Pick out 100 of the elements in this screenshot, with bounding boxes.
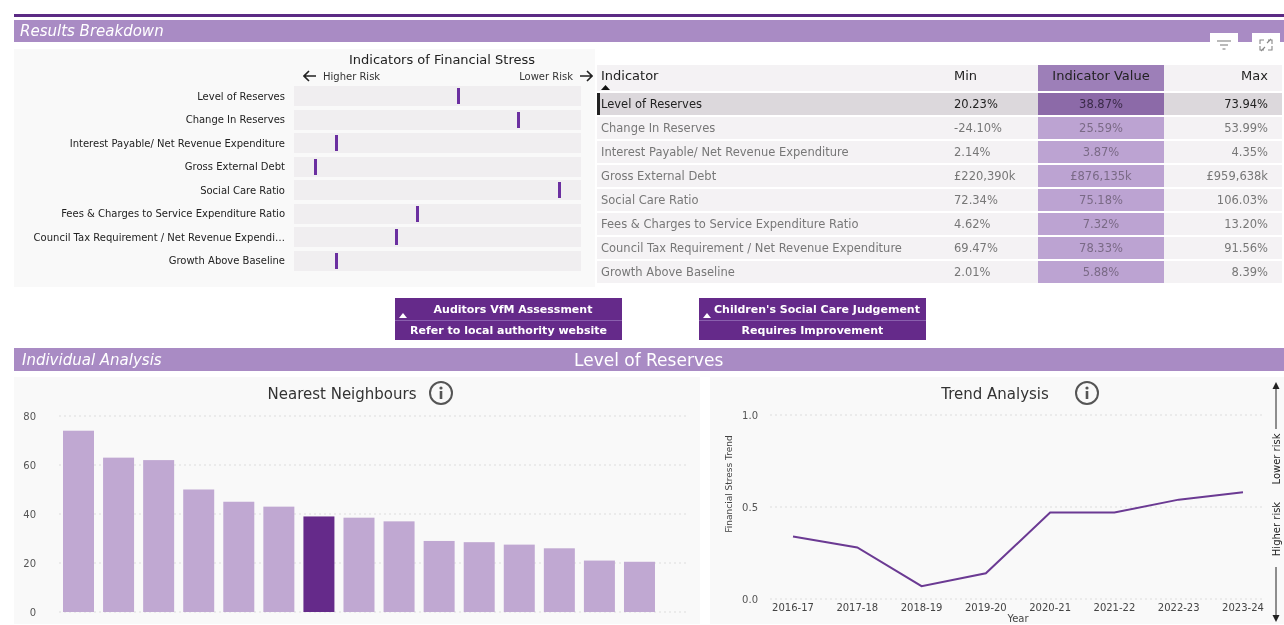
axis-tick-label: 2018-19 (900, 602, 943, 613)
axis-tick-label: 0.0 (742, 594, 758, 605)
bar[interactable] (503, 544, 535, 612)
table-cell-text: £959,638k (1205, 168, 1269, 185)
table-cell-text: 2.01% (953, 264, 992, 281)
table-cell-text: 13.20% (1223, 216, 1269, 233)
table-cell-text: 53.99% (1223, 120, 1269, 137)
table-cell-text: 91.56% (1223, 240, 1269, 257)
axis-tick-label: 60 (23, 460, 36, 471)
table-cell-text: 2.14% (953, 144, 992, 161)
axis-tick-label: 80 (23, 411, 36, 422)
axis-label: Higher risk (1271, 501, 1282, 557)
section-title: Results Breakdown (20, 22, 164, 40)
axis-tick-label: 20 (23, 558, 36, 569)
axis-tick-label: 2021-22 (1093, 602, 1136, 613)
right-arrow-icon (579, 70, 593, 82)
table-row[interactable]: Council Tax Requirement / Net Revenue Expenditure 69.47% 78.33% 91.56% (597, 237, 1282, 259)
row-label: Level of Reserves (196, 90, 286, 102)
card-value: Refer to local authority website (409, 323, 608, 339)
bar[interactable] (223, 501, 255, 612)
table-row[interactable]: Level of Reserves 20.23% 38.87% 73.94% (597, 93, 1282, 115)
bar[interactable] (463, 542, 495, 612)
info-icon[interactable] (1075, 381, 1099, 405)
section-title: Individual Analysis (21, 350, 163, 369)
table-cell: 75.18% (1038, 189, 1164, 211)
column-header[interactable]: Min (954, 68, 978, 83)
row-label: Fees & Charges to Service Expenditure Ratio (60, 208, 286, 219)
table-cell-text: -24.10% (953, 120, 1003, 137)
axis-tick-label: 1.0 (742, 410, 758, 421)
column-header[interactable]: Indicator (601, 68, 659, 83)
table-cell: 7.32% (1038, 213, 1164, 235)
table-cell: 38.87% (1038, 93, 1164, 115)
axis-title: Year (1007, 613, 1029, 624)
table-cell-text: Social Care Ratio (600, 192, 700, 209)
caret-icon (703, 313, 711, 318)
chart-title: Nearest Neighbours (267, 385, 417, 403)
card-value: Requires Improvement (740, 323, 885, 339)
table-row[interactable]: Change In Reserves -24.10% 25.59% 53.99% (597, 117, 1282, 139)
column-header[interactable]: Max (1241, 68, 1268, 83)
table-cell-text: 4.35% (1230, 144, 1269, 161)
left-arrow-icon (303, 70, 317, 82)
table-cell-text: 8.39% (1230, 264, 1269, 281)
table-row[interactable]: Interest Payable/ Net Revenue Expenditure 2.14% 3.87% 4.35% (597, 141, 1282, 163)
info-icon[interactable] (429, 381, 453, 405)
row-label: Social Care Ratio (199, 184, 286, 196)
table-cell-text: 20.23% (953, 96, 999, 113)
card-title: Children's Social Care Judgement (714, 302, 920, 316)
axis-tick-label: 2017-18 (836, 602, 879, 613)
axis-tick-label: 0.5 (742, 502, 758, 513)
bar[interactable] (103, 457, 135, 612)
down-arrow-icon (1272, 566, 1280, 622)
row-label: Change In Reserves (184, 114, 286, 125)
axis-title: Financial Stress Trend (724, 435, 734, 533)
table-row[interactable]: Social Care Ratio 72.34% 75.18% 106.03% (597, 189, 1282, 211)
table-row[interactable]: Fees & Charges to Service Expenditure Ratio 4.62% 7.32% 13.20% (597, 213, 1282, 235)
axis-tick-label: 2023-24 (1222, 602, 1264, 613)
table-cell-text: Interest Payable/ Net Revenue Expenditure (600, 144, 850, 161)
table-cell: 78.33% (1038, 237, 1164, 259)
axis-tick-label: 2022-23 (1157, 602, 1200, 613)
table-cell-text: 72.34% (953, 192, 999, 209)
chart-title: Indicators of Financial Stress (348, 52, 536, 67)
table-cell-text: Council Tax Requirement / Net Revenue Expenditure (600, 240, 903, 257)
table-cell-text: 69.47% (953, 240, 999, 257)
axis-tick-label: 0 (29, 607, 36, 618)
table-cell: 3.87% (1038, 141, 1164, 163)
chart-title: Trend Analysis (941, 385, 1049, 403)
table-cell-text: Fees & Charges to Service Expenditure Ratio (600, 216, 860, 233)
axis-tick-label: 40 (23, 509, 36, 520)
bar[interactable] (143, 460, 175, 612)
table-cell-text: Level of Reserves (600, 96, 703, 113)
row-label: Growth Above Baseline (167, 255, 286, 266)
row-label: Council Tax Requirement / Net Revenue Expendi… (32, 231, 286, 243)
bar[interactable] (583, 560, 615, 612)
bar[interactable] (303, 516, 335, 612)
table-cell-text: £220,390k (953, 168, 1017, 185)
axis-label: Higher Risk (323, 70, 381, 82)
up-arrow-icon (1272, 382, 1280, 430)
table-cell: £876,135k (1038, 165, 1164, 187)
axis-label: Lower risk (1271, 433, 1282, 485)
table-cell-text: Gross External Debt (600, 168, 718, 185)
row-label: Gross External Debt (183, 161, 286, 172)
table-row[interactable]: Growth Above Baseline 2.01% 5.88% 8.39% (597, 261, 1282, 283)
table-cell: 5.88% (1038, 261, 1164, 283)
table-cell-text: Change In Reserves (600, 120, 717, 137)
bar[interactable] (543, 548, 575, 612)
expand-icon[interactable] (1258, 38, 1274, 52)
axis-tick-label: 2016-17 (772, 602, 814, 613)
bar[interactable] (183, 489, 215, 612)
table-cell: 25.59% (1038, 117, 1164, 139)
axis-tick-label: 2020-21 (1029, 602, 1072, 613)
axis-tick-label: 2019-20 (964, 602, 1007, 613)
row-label: Interest Payable/ Net Revenue Expenditure (68, 137, 286, 149)
table-cell-text: 4.62% (953, 216, 992, 233)
table-cell-text: Growth Above Baseline (600, 264, 736, 281)
filter-icon[interactable] (1216, 38, 1232, 52)
caret-icon (399, 313, 407, 318)
table-row[interactable]: Gross External Debt £220,390k £876,135k £959,638k (597, 165, 1282, 187)
table-cell-text: 106.03% (1215, 192, 1269, 209)
section-subtitle: Level of Reserves (574, 349, 724, 370)
table-cell-text: 73.94% (1223, 96, 1269, 113)
